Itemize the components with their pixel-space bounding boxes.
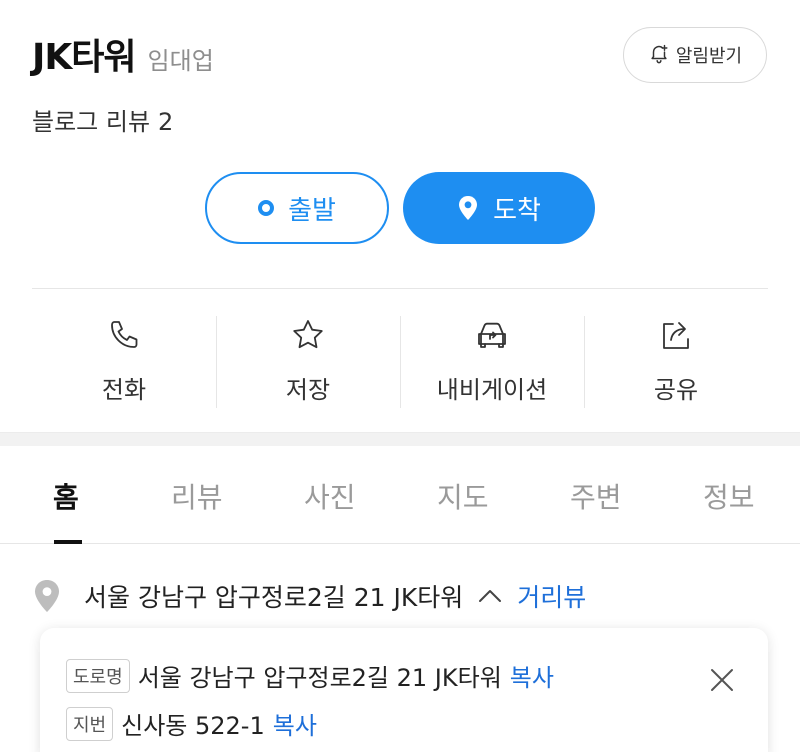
place-category: 임대업 (147, 47, 214, 75)
copy-road-address-button[interactable]: 복사 (510, 658, 554, 693)
road-address-tag: 도로명 (66, 658, 130, 693)
bell-plus-icon (648, 42, 670, 69)
depart-label: 출발 (288, 195, 336, 226)
lot-address-value: 신사동 522-1 (121, 712, 265, 740)
road-address-line: 도로명 서울 강남구 압구정로2길 21 JK타워 복사 (66, 658, 554, 693)
arrive-label: 도착 (493, 195, 541, 226)
map-pin-icon (32, 579, 62, 613)
divider (32, 288, 768, 289)
phone-icon (105, 316, 143, 354)
road-address-value: 서울 강남구 압구정로2길 21 JK타워 (137, 664, 502, 692)
call-label: 전화 (101, 376, 147, 404)
location-pin-icon (457, 195, 479, 221)
tab-bar: 홈 리뷰 사진 지도 주변 정보 (0, 446, 800, 544)
blog-review-count: 2 (158, 108, 174, 136)
address-detail-card: 도로명 서울 강남구 압구정로2길 21 JK타워 복사 지번 신사동 522-… (40, 628, 768, 752)
lot-address-tag: 지번 (66, 706, 114, 741)
navigation-label: 내비게이션 (436, 376, 548, 404)
share-label: 공유 (653, 376, 699, 404)
notify-label: 알림받기 (675, 46, 743, 67)
star-icon (289, 316, 327, 354)
tab-home[interactable]: 홈 (53, 476, 79, 516)
depart-button[interactable]: 출발 (205, 172, 389, 244)
save-label: 저장 (285, 376, 331, 404)
share-icon (657, 316, 695, 354)
car-navigation-icon (473, 316, 511, 354)
tab-map[interactable]: 지도 (437, 476, 489, 516)
arrive-button[interactable]: 도착 (403, 172, 595, 244)
navigation-action[interactable]: 내비게이션 (400, 310, 584, 408)
blog-review-label: 블로그 리뷰 (32, 108, 151, 136)
copy-lot-address-button[interactable]: 복사 (273, 706, 317, 741)
section-separator (0, 432, 800, 446)
save-action[interactable]: 저장 (216, 310, 400, 408)
address-summary: 서울 강남구 압구정로2길 21 JK타워 (84, 583, 464, 612)
origin-dot-icon (258, 200, 275, 216)
active-tab-indicator (54, 540, 82, 544)
place-header: JK타워 임대업 (32, 28, 214, 80)
street-view-link[interactable]: 거리뷰 (517, 578, 586, 614)
close-icon[interactable] (706, 664, 738, 696)
tab-reviews[interactable]: 리뷰 (171, 476, 223, 516)
tab-nearby[interactable]: 주변 (570, 476, 622, 516)
call-action[interactable]: 전화 (32, 310, 216, 408)
notify-button[interactable]: 알림받기 (623, 27, 767, 83)
action-bar: 전화 저장 내비게이션 공유 (32, 310, 768, 408)
chevron-up-icon[interactable] (463, 587, 503, 605)
address-row: 서울 강남구 압구정로2길 21 JK타워 거리뷰 (32, 578, 586, 614)
share-action[interactable]: 공유 (584, 310, 768, 408)
tab-photos[interactable]: 사진 (304, 476, 356, 516)
lot-address-line: 지번 신사동 522-1 복사 (66, 706, 317, 741)
blog-review-link[interactable]: 블로그 리뷰 2 (32, 102, 173, 137)
place-name: JK타워 (32, 37, 137, 78)
tab-info[interactable]: 정보 (703, 476, 755, 516)
